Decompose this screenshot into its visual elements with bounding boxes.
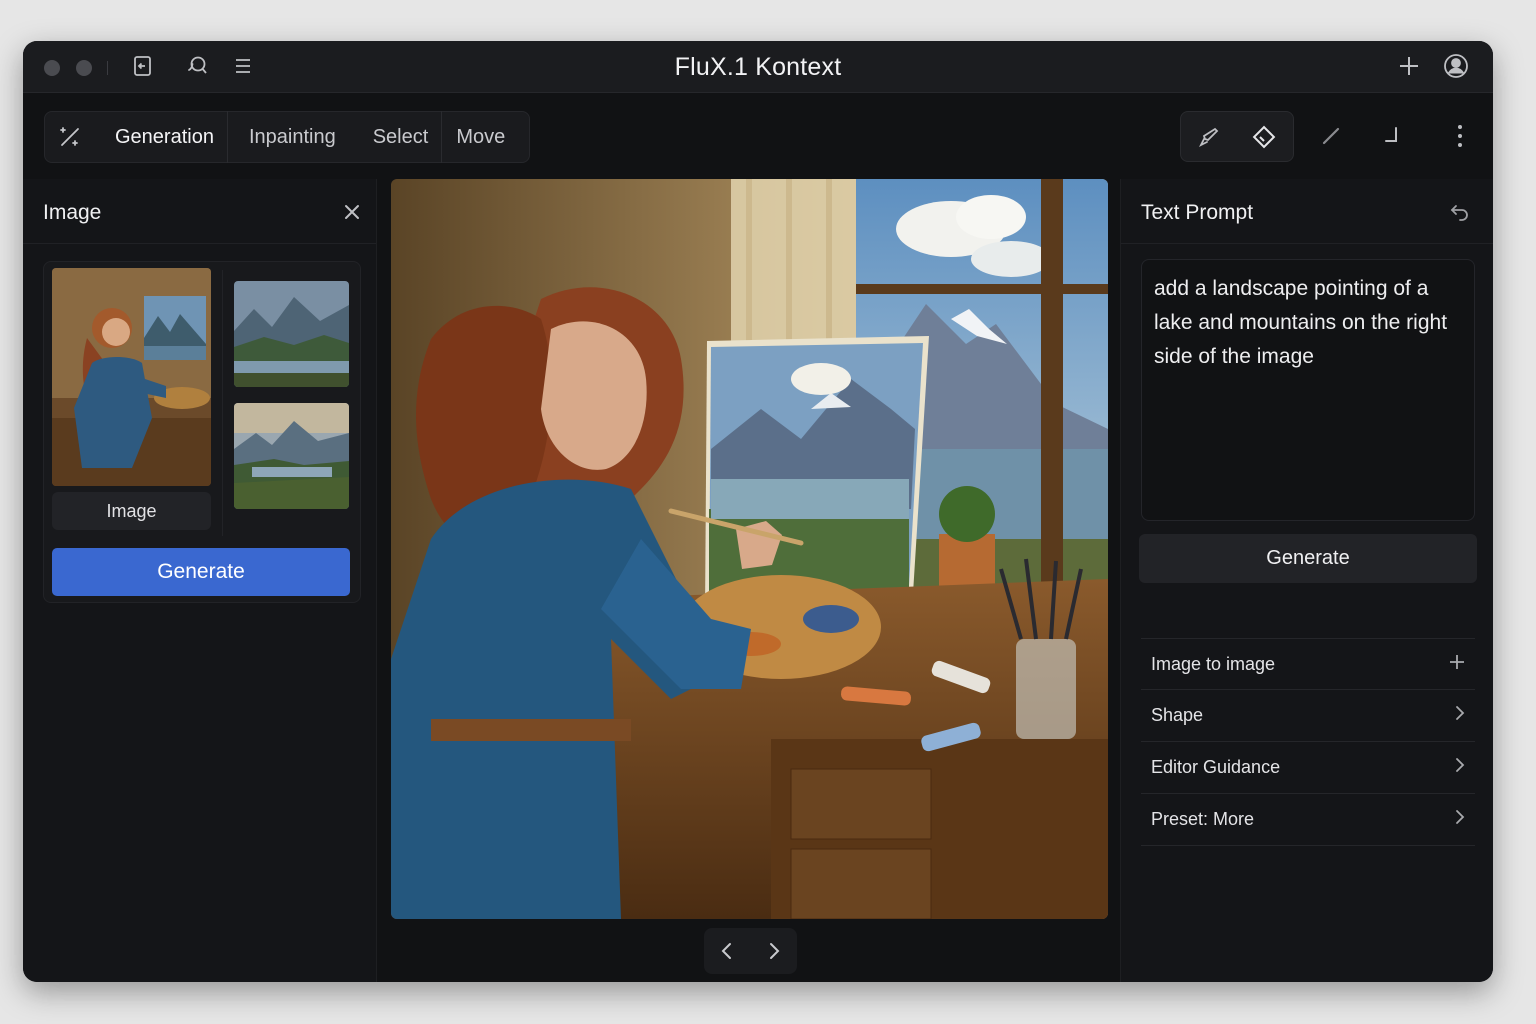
chevron-right-icon [1455,705,1465,726]
mode-tabs: Generation Inpainting Select Move [44,111,530,163]
more-vertical-icon[interactable] [1440,116,1480,156]
plus-icon[interactable] [1396,53,1422,79]
prompt-textarea[interactable]: add a landscape pointing of a lake and m… [1141,259,1475,521]
thumbnail-divider [222,270,223,536]
panel-divider [23,243,376,244]
corner-icon[interactable] [1372,116,1412,156]
option-label: Preset: More [1151,809,1255,829]
image-panel: Image Image Generate [23,179,377,982]
chevron-left-icon[interactable] [712,936,742,966]
source-image-thumbnail[interactable] [52,268,211,486]
app-window: FluX.1 Kontext Generation Inpainting Sel… [23,41,1493,982]
text-prompt-panel: Text Prompt add a landscape pointing of … [1120,179,1493,982]
plus-icon[interactable] [1449,654,1465,675]
text-prompt-title: Text Prompt [1141,201,1254,224]
pen-icon[interactable] [1311,116,1351,156]
magic-wand-icon[interactable] [45,112,95,162]
generate-button-primary[interactable]: Generate [52,548,350,596]
chevron-right-icon[interactable] [759,936,789,966]
chevron-right-icon [1455,757,1465,778]
canvas-nav [704,928,797,974]
panel-divider [1121,243,1493,244]
account-icon[interactable] [1443,53,1469,79]
variation-thumbnail-1[interactable] [234,281,349,387]
option-label: Editor Guidance [1151,757,1281,777]
option-image-to-image[interactable]: Image to image [1141,638,1475,690]
option-editor-guidance[interactable]: Editor Guidance [1141,742,1475,794]
tab-generation[interactable]: Generation [95,112,227,162]
app-title: FluX.1 Kontext [674,53,842,81]
tab-inpainting[interactable]: Inpainting [228,112,358,162]
option-shape[interactable]: Shape [1141,690,1475,742]
option-preset[interactable]: Preset: More [1141,794,1475,846]
undo-icon[interactable] [1449,201,1473,225]
tab-move[interactable]: Move [442,112,519,162]
chevron-right-icon [1455,809,1465,830]
image-label-button[interactable]: Image [52,492,211,530]
title-bar: FluX.1 Kontext [23,41,1493,93]
image-panel-title: Image [43,201,102,224]
generate-button[interactable]: Generate [1139,534,1477,583]
image-thumbnail-card: Image Generate [43,261,361,603]
brush-tool-group [1180,111,1294,162]
option-label: Shape [1151,705,1204,725]
canvas-image[interactable] [391,179,1108,919]
tab-select[interactable]: Select [358,112,442,162]
close-icon[interactable] [341,201,363,223]
option-label: Image to image [1151,653,1276,674]
variation-thumbnail-2[interactable] [234,403,349,509]
brush-icon[interactable] [1189,117,1229,157]
eraser-icon[interactable] [1244,117,1284,157]
